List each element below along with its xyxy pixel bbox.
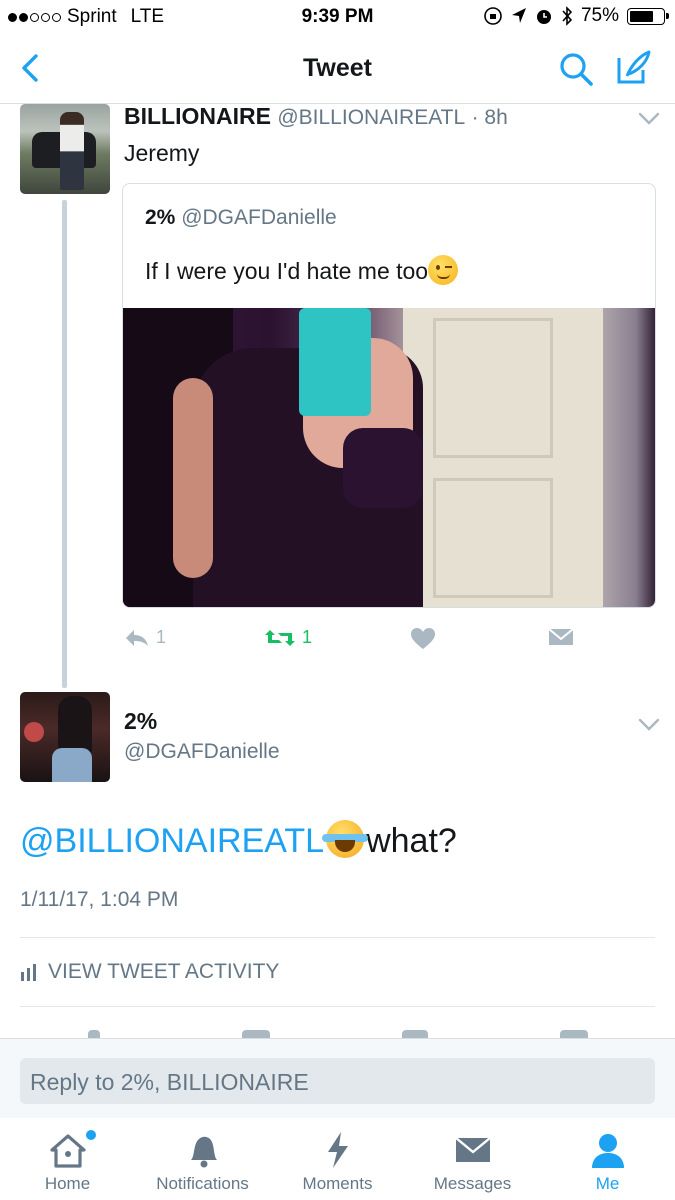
tab-messages[interactable]: Messages	[405, 1118, 540, 1200]
tab-me[interactable]: Me	[540, 1118, 675, 1200]
compose-icon[interactable]	[613, 48, 653, 88]
author-handle[interactable]: @DGAFDanielle	[124, 740, 280, 764]
tab-bar: Home Notifications Moments Messages Me	[0, 1118, 675, 1200]
reply-icon	[126, 629, 148, 646]
quoted-tweet-header: 2% @DGAFDanielle	[145, 206, 337, 230]
envelope-icon	[548, 628, 574, 645]
thread-line	[62, 200, 67, 688]
bar-chart-icon	[21, 964, 36, 981]
tab-label: Notifications	[156, 1174, 249, 1193]
envelope-icon	[454, 1137, 491, 1162]
author-handle[interactable]: @BILLIONAIREATL	[277, 106, 465, 129]
retweet-count: 1	[302, 627, 313, 647]
tab-home[interactable]: Home	[0, 1118, 135, 1200]
status-bar: Sprint LTE 9:39 PM 75%	[0, 0, 675, 36]
quoted-author-name: 2%	[145, 206, 176, 229]
lightning-icon	[327, 1132, 348, 1168]
tab-moments[interactable]: Moments	[270, 1118, 405, 1200]
author-name[interactable]: 2%	[124, 708, 157, 735]
tweet-body: what?	[366, 822, 457, 860]
activity-label: VIEW TWEET ACTIVITY	[48, 960, 280, 983]
retweet-icon	[265, 629, 295, 646]
tab-label: Home	[44, 1174, 91, 1193]
home-icon	[49, 1134, 86, 1168]
quoted-text: If I were you I'd hate me too	[145, 258, 429, 284]
tab-label: Messages	[433, 1174, 512, 1193]
avatar-dgafdanielle[interactable]	[20, 692, 110, 782]
mention-link[interactable]: @BILLIONAIREATL	[20, 822, 324, 860]
author-name[interactable]: BILLIONAIRE	[124, 103, 271, 129]
person-icon	[591, 1134, 624, 1168]
tab-label: Moments	[302, 1174, 373, 1193]
reply-action[interactable]: 1	[124, 627, 166, 648]
reply-input[interactable]: Reply to 2%, BILLIONAIRE	[20, 1058, 655, 1104]
location-arrow-icon	[511, 8, 526, 23]
heart-icon	[411, 628, 435, 649]
main-tweet-actions[interactable]	[0, 1026, 675, 1038]
battery-icon	[627, 7, 669, 25]
divider	[20, 1006, 655, 1007]
quoted-tweet-text: If I were you I'd hate me too	[145, 255, 459, 285]
bell-icon	[190, 1136, 217, 1168]
alarm-icon	[536, 10, 551, 24]
reply-bar: Reply to 2%, BILLIONAIRE	[0, 1038, 675, 1118]
like-action[interactable]	[410, 627, 436, 651]
battery-percent: 75%	[580, 5, 619, 26]
tweet-timestamp: 1/11/17, 1:04 PM	[20, 888, 179, 911]
tweet-header: BILLIONAIRE @BILLIONAIREATL · 8h	[124, 103, 508, 130]
chevron-down-icon[interactable]	[638, 112, 660, 126]
reply-count: 1	[156, 627, 167, 647]
status-right: 75%	[483, 5, 669, 27]
view-tweet-activity-link[interactable]: VIEW TWEET ACTIVITY	[20, 960, 279, 984]
tweet-time: · 8h	[471, 106, 508, 129]
tears-of-joy-emoji-icon	[322, 820, 369, 858]
quoted-tweet-card[interactable]: 2% @DGAFDanielle If I were you I'd hate …	[122, 183, 656, 608]
quoted-tweet-photo[interactable]	[123, 308, 655, 607]
orientation-lock-icon	[484, 7, 502, 25]
chevron-down-icon[interactable]	[638, 718, 660, 732]
tab-notifications[interactable]: Notifications	[135, 1118, 270, 1200]
notification-dot	[86, 1130, 96, 1140]
tab-label: Me	[595, 1174, 620, 1193]
winking-face-emoji-icon	[428, 255, 459, 285]
tweet-text: Jeremy	[124, 140, 200, 166]
direct-message-action[interactable]	[548, 627, 574, 647]
bluetooth-icon	[562, 6, 573, 26]
divider	[20, 937, 655, 938]
nav-bar: Tweet	[0, 36, 675, 104]
quoted-author-handle: @DGAFDanielle	[181, 206, 337, 229]
search-icon[interactable]	[557, 50, 595, 88]
retweet-action[interactable]: 1	[264, 627, 312, 648]
tweet-text: @BILLIONAIREATL what?	[20, 820, 457, 861]
avatar-billionaire[interactable]	[20, 104, 110, 194]
